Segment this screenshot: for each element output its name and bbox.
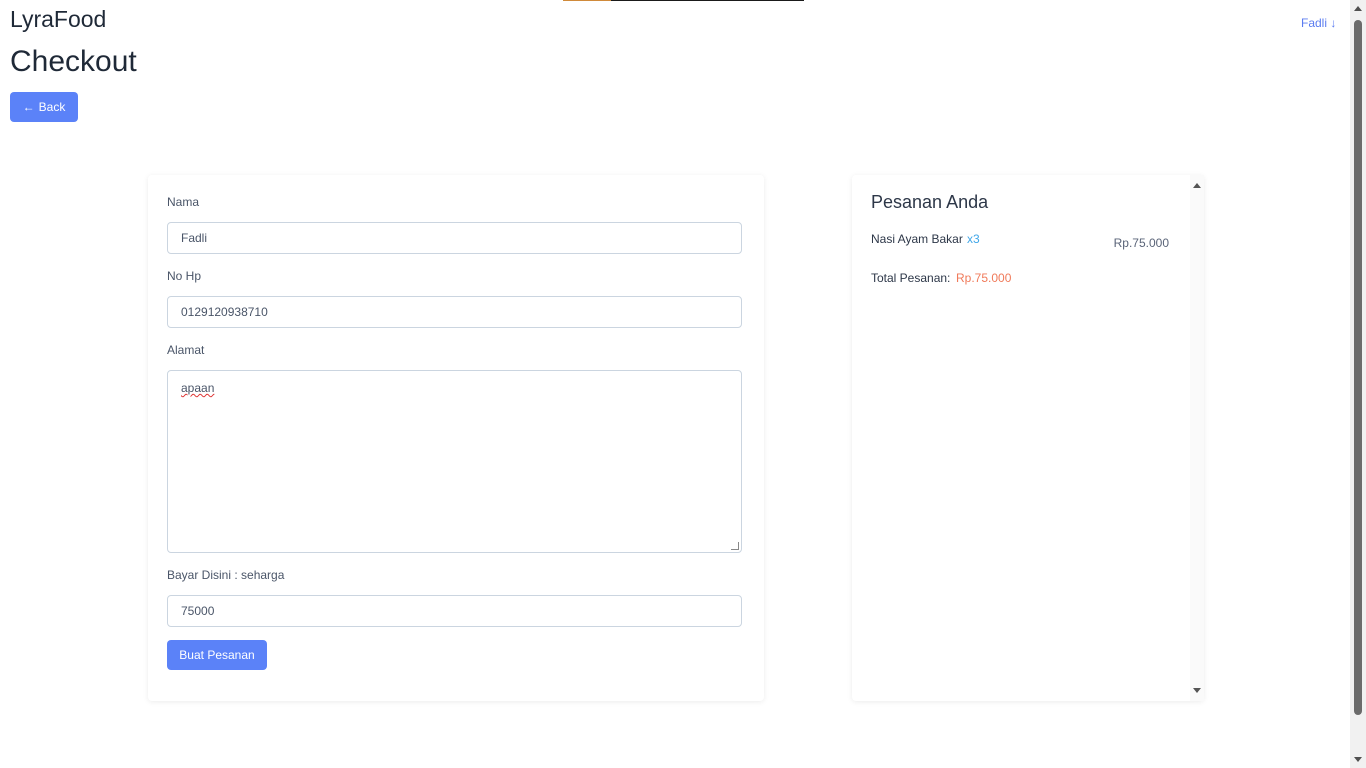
name-input-value: Fadli — [181, 231, 208, 245]
order-item-qty: x3 — [967, 232, 980, 246]
address-textarea[interactable]: apaan — [167, 370, 742, 553]
order-summary-card: Pesanan Anda Nasi Ayam Bakar x3 Rp.75.00… — [852, 175, 1204, 701]
back-button-label: Back — [38, 100, 66, 114]
page-title: Checkout — [10, 45, 137, 78]
payment-input-value: 75000 — [181, 604, 215, 618]
payment-input[interactable]: 75000 — [167, 595, 742, 627]
checkout-form-card: Nama Fadli No Hp 0129120938710 Alamat ap… — [148, 175, 764, 701]
order-total-label: Total Pesanan: — [871, 271, 951, 285]
name-label: Nama — [167, 195, 200, 209]
back-button[interactable]: ← Back — [10, 92, 78, 122]
page-scroll-down-icon[interactable] — [1354, 757, 1362, 762]
brand-logo-text[interactable]: LyraFood — [10, 6, 106, 33]
page-scroll-up-icon[interactable] — [1354, 6, 1362, 11]
resize-handle-icon[interactable] — [731, 542, 739, 550]
address-textarea-value: apaan — [181, 381, 215, 395]
page-scrollbar-thumb[interactable] — [1354, 20, 1362, 715]
page-loading-fill — [563, 0, 612, 1]
phone-input[interactable]: 0129120938710 — [167, 296, 742, 328]
payment-label: Bayar Disini : seharga — [167, 568, 285, 582]
order-scrollbar[interactable] — [1190, 175, 1204, 701]
phone-label: No Hp — [167, 269, 202, 283]
page-loading-bar — [563, 0, 804, 1]
place-order-button[interactable]: Buat Pesanan — [167, 640, 267, 670]
order-item-price: Rp.75.000 — [1113, 236, 1169, 250]
scroll-down-icon[interactable] — [1193, 688, 1201, 693]
address-label: Alamat — [167, 343, 205, 357]
arrow-left-icon: ← — [22, 100, 35, 114]
order-summary-title: Pesanan Anda — [871, 192, 989, 212]
order-total-value: Rp.75.000 — [956, 271, 1012, 285]
scroll-up-icon[interactable] — [1193, 183, 1201, 188]
page-scrollbar[interactable] — [1350, 0, 1366, 768]
order-item-name: Nasi Ayam Bakar — [871, 232, 963, 246]
user-menu-dropdown[interactable]: Fadli ↓ — [1301, 16, 1336, 30]
name-input[interactable]: Fadli — [167, 222, 742, 254]
phone-input-value: 0129120938710 — [181, 305, 268, 319]
